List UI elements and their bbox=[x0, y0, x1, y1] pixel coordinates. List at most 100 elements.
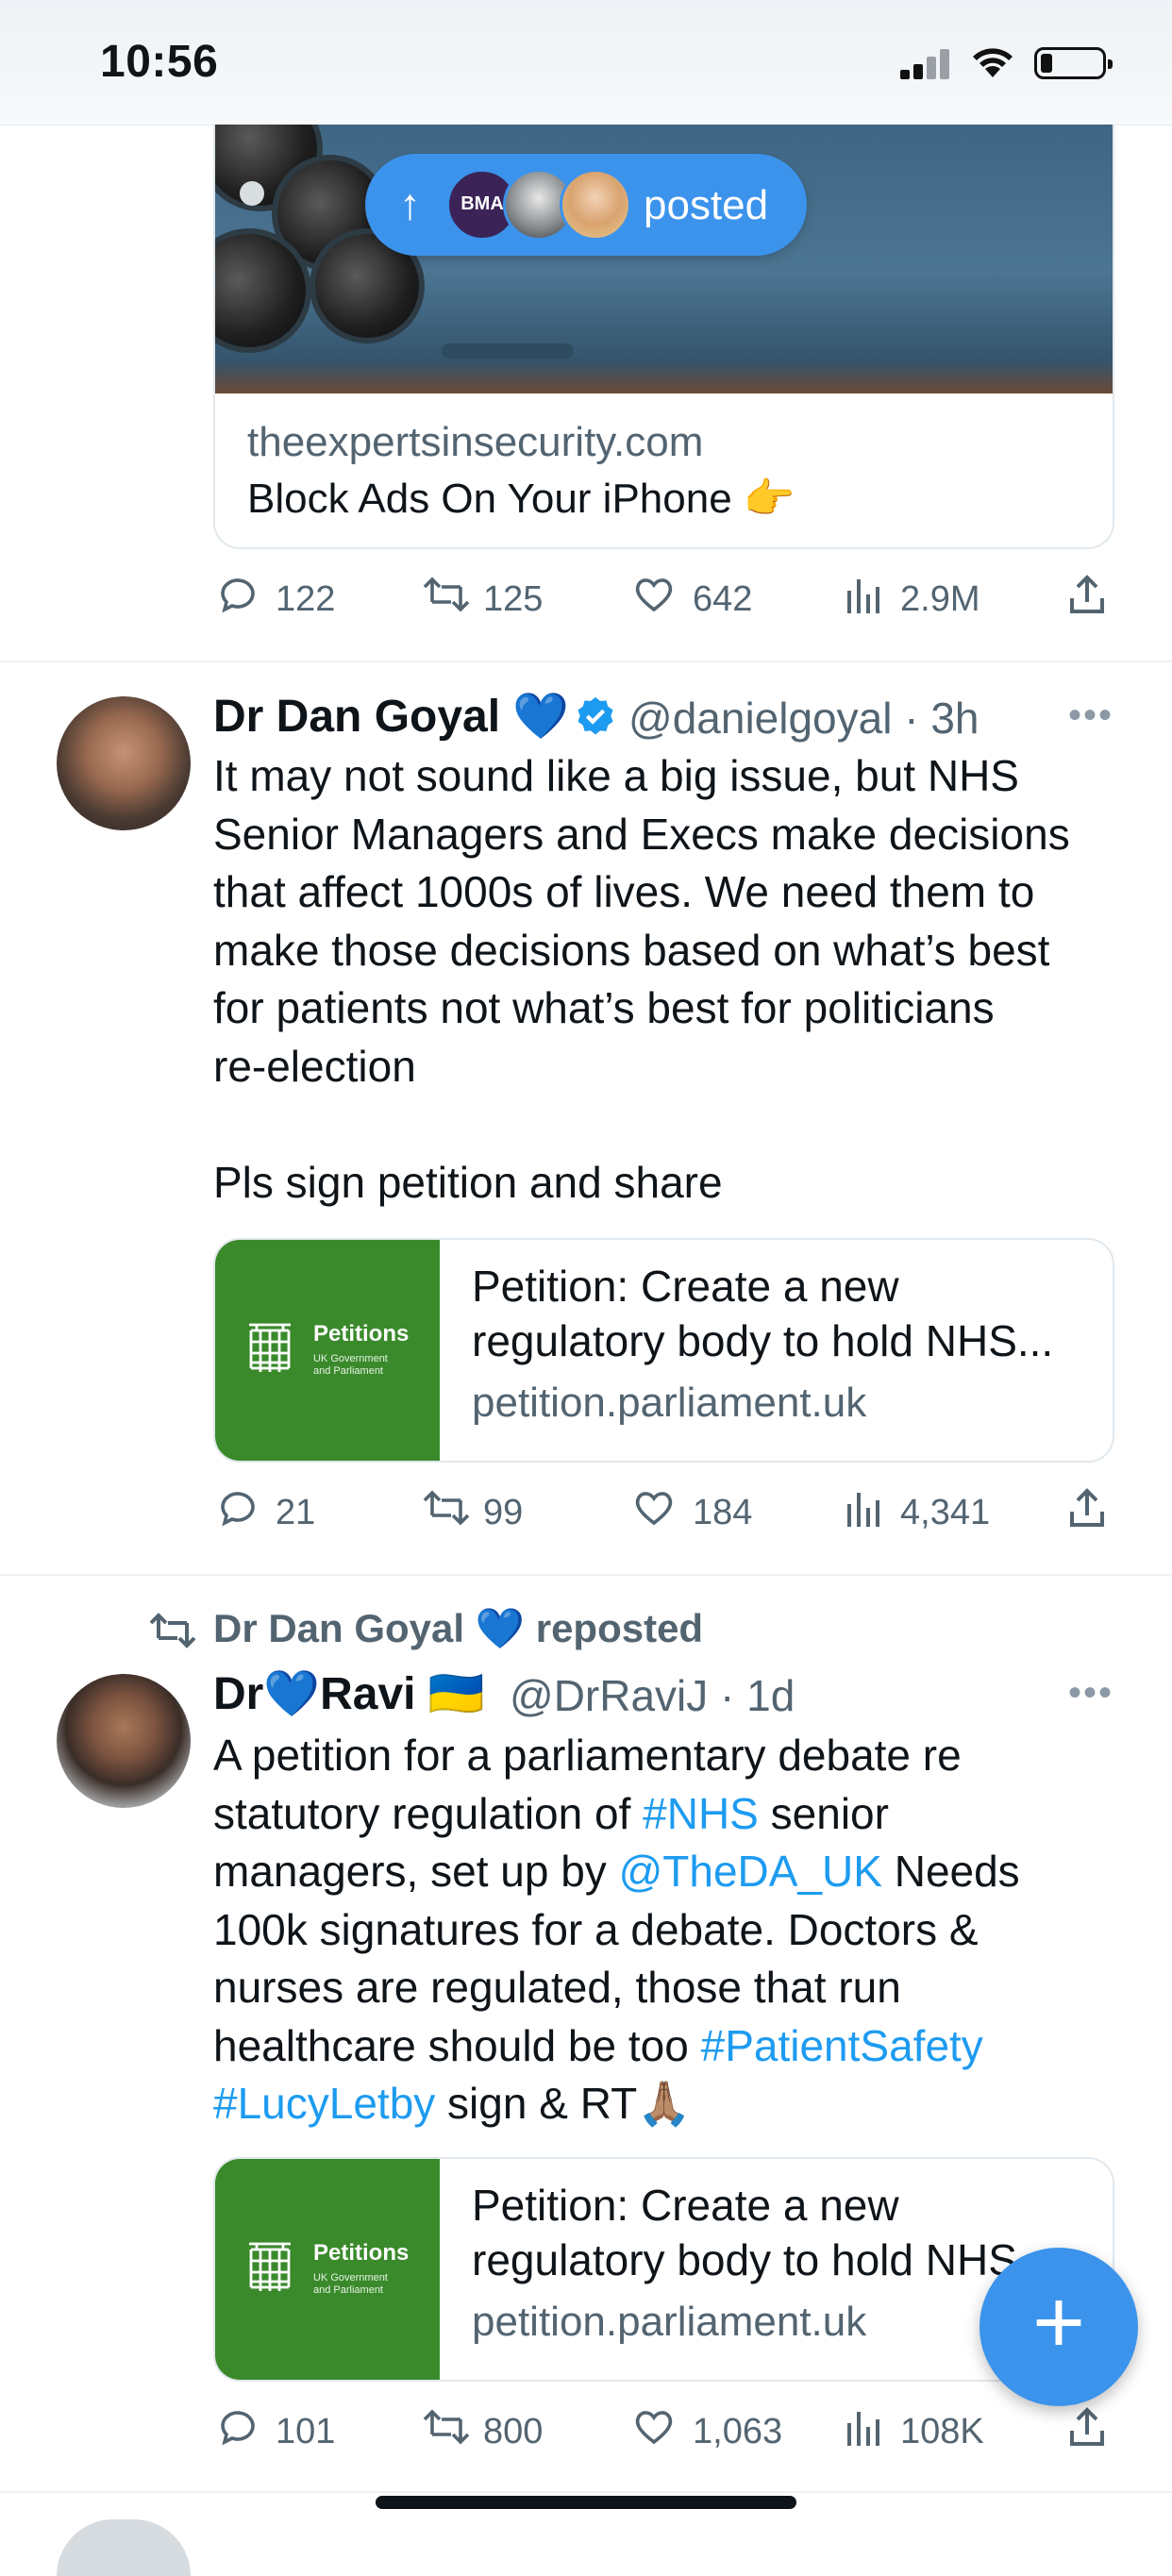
handle-text: @DrRaviJ bbox=[510, 1671, 709, 1720]
author-handle[interactable]: @danielgoyal · 3h bbox=[628, 693, 979, 744]
like-icon[interactable] bbox=[630, 2404, 678, 2450]
like-icon[interactable] bbox=[630, 572, 678, 617]
author-name-part: Ravi bbox=[320, 1669, 416, 1719]
hashtag-link[interactable]: #PatientSafety bbox=[701, 2021, 983, 2070]
tweet-text: It may not sound like a big issue, but N… bbox=[213, 747, 1119, 1212]
text-line: re-election bbox=[213, 1041, 416, 1091]
author-name[interactable]: Dr💙Ravi 🇺🇦 bbox=[213, 1666, 485, 1720]
repost-icon bbox=[149, 1613, 196, 1648]
text-line: managers, set up by @TheDA_UK Needs bbox=[213, 1843, 1119, 1901]
text-span: managers, set up by bbox=[213, 1847, 619, 1896]
views-count: 2.9M bbox=[900, 579, 980, 619]
more-options-icon[interactable]: ••• bbox=[1068, 1672, 1113, 1715]
text-line: for patients not what’s best for politic… bbox=[213, 983, 995, 1032]
reply-icon[interactable] bbox=[215, 1485, 260, 1531]
new-posts-pill[interactable]: ↑ BMA posted bbox=[365, 154, 807, 256]
text-line: Senior Managers and Execs make decisions bbox=[213, 809, 1070, 859]
petitions-logo-title: Petitions bbox=[313, 2240, 410, 2266]
text-line: 100k signatures for a debate. Doctors & bbox=[213, 1904, 979, 1954]
card-domain: theexpertsinsecurity.com bbox=[247, 419, 704, 465]
post-time: · 3h bbox=[904, 694, 979, 743]
action-bar: 122 125 642 2.9M bbox=[213, 572, 1119, 628]
handle-text: @danielgoyal bbox=[628, 694, 893, 743]
heart-emoji: 💙 bbox=[263, 1669, 321, 1719]
hashtag-link[interactable]: #LucyLetby bbox=[213, 2079, 435, 2128]
portcullis-icon bbox=[249, 2242, 291, 2291]
repost-icon[interactable] bbox=[421, 1485, 472, 1531]
like-count: 184 bbox=[693, 1493, 753, 1532]
petition-card[interactable]: Petitions UK Government and Parliament P… bbox=[213, 2157, 1114, 2382]
avatar[interactable] bbox=[57, 1674, 191, 1808]
like-count: 642 bbox=[693, 579, 753, 619]
avatar-person bbox=[560, 169, 631, 241]
text-span: healthcare should be too bbox=[213, 2020, 701, 2070]
avatar[interactable] bbox=[57, 696, 191, 830]
views-count: 108K bbox=[900, 2412, 984, 2451]
views-icon[interactable] bbox=[844, 2404, 885, 2450]
text-line bbox=[213, 1096, 1119, 1154]
status-bar: 10:56 bbox=[0, 0, 1172, 125]
compose-button[interactable]: + bbox=[979, 2248, 1138, 2406]
views-icon[interactable] bbox=[844, 1485, 885, 1531]
share-icon[interactable] bbox=[1066, 2404, 1108, 2450]
portcullis-icon bbox=[249, 1323, 291, 1372]
heart-emoji: 💙 bbox=[475, 1606, 526, 1650]
card-title: Block Ads On Your iPhone 👉 bbox=[247, 476, 795, 522]
card-domain: petition.parliament.uk bbox=[472, 2299, 867, 2345]
logo-sub-line: UK Government bbox=[313, 2272, 388, 2283]
pill-label: posted bbox=[644, 182, 769, 228]
like-count: 1,063 bbox=[693, 2412, 783, 2451]
text-line: It may not sound like a big issue, but N… bbox=[213, 751, 1019, 800]
petitions-logo: Petitions UK Government and Parliament bbox=[215, 2159, 440, 2380]
like-icon[interactable] bbox=[630, 1485, 678, 1531]
home-indicator bbox=[376, 2496, 796, 2509]
text-span: sign & RT🙏🏽 bbox=[435, 2079, 692, 2128]
divider bbox=[0, 661, 1172, 662]
text-line: A petition for a parliamentary debate re bbox=[213, 1731, 962, 1780]
reply-count: 101 bbox=[276, 2412, 336, 2451]
repost-count: 99 bbox=[483, 1493, 524, 1532]
share-icon[interactable] bbox=[1066, 1485, 1108, 1531]
text-line: Pls sign petition and share bbox=[213, 1157, 723, 1207]
repost-count: 800 bbox=[483, 2412, 544, 2451]
petition-card[interactable]: Petitions UK Government and Parliament P… bbox=[213, 1238, 1114, 1463]
views-count: 4,341 bbox=[900, 1493, 991, 1532]
divider bbox=[0, 1574, 1172, 1576]
ukraine-flag-emoji: 🇺🇦 bbox=[427, 1669, 485, 1719]
reply-count: 122 bbox=[276, 579, 336, 619]
author-name[interactable]: Dr Dan Goyal 💙 bbox=[213, 689, 569, 743]
wifi-icon bbox=[973, 48, 1013, 77]
views-icon[interactable] bbox=[844, 572, 885, 617]
reposted-by-name: Dr Dan Goyal bbox=[213, 1606, 465, 1650]
repost-icon[interactable] bbox=[421, 2404, 472, 2450]
status-time: 10:56 bbox=[100, 37, 219, 87]
text-span: senior bbox=[758, 1788, 889, 1838]
text-span: Needs bbox=[881, 1847, 1020, 1896]
verified-badge-icon bbox=[578, 696, 613, 735]
text-line: #LucyLetby sign & RT🙏🏽 bbox=[213, 2075, 1119, 2133]
reply-icon[interactable] bbox=[215, 2404, 260, 2450]
hashtag-link[interactable]: #NHS bbox=[643, 1789, 759, 1838]
mention-link[interactable]: @TheDA_UK bbox=[619, 1847, 882, 1896]
text-span: statutory regulation of bbox=[213, 1788, 644, 1838]
petitions-logo: Petitions UK Government and Parliament bbox=[215, 1240, 440, 1461]
petitions-logo-title: Petitions bbox=[313, 1321, 410, 1347]
action-bar: 101 800 1,063 108K bbox=[213, 2404, 1119, 2461]
petitions-logo-subtitle: UK Government and Parliament bbox=[313, 2272, 388, 2297]
arrow-up-icon: ↑ bbox=[399, 179, 421, 228]
repost-icon[interactable] bbox=[421, 572, 472, 617]
reply-count: 21 bbox=[276, 1493, 316, 1532]
logo-sub-line: and Parliament bbox=[313, 1365, 383, 1377]
divider bbox=[0, 2491, 1172, 2493]
reposted-by-label[interactable]: Dr Dan Goyal 💙 reposted bbox=[213, 1606, 703, 1652]
repost-count: 125 bbox=[483, 579, 544, 619]
battery-icon bbox=[1034, 47, 1113, 79]
reply-icon[interactable] bbox=[215, 572, 260, 617]
post-time: · 1d bbox=[720, 1671, 795, 1720]
card-title: Petition: Create a new regulatory body t… bbox=[472, 1262, 1054, 1365]
author-handle[interactable]: @DrRaviJ · 1d bbox=[510, 1670, 795, 1721]
share-icon[interactable] bbox=[1066, 572, 1108, 617]
more-options-icon[interactable]: ••• bbox=[1068, 694, 1113, 737]
avatar[interactable] bbox=[57, 2519, 191, 2576]
text-line: that affect 1000s of lives. We need them… bbox=[213, 867, 1035, 916]
